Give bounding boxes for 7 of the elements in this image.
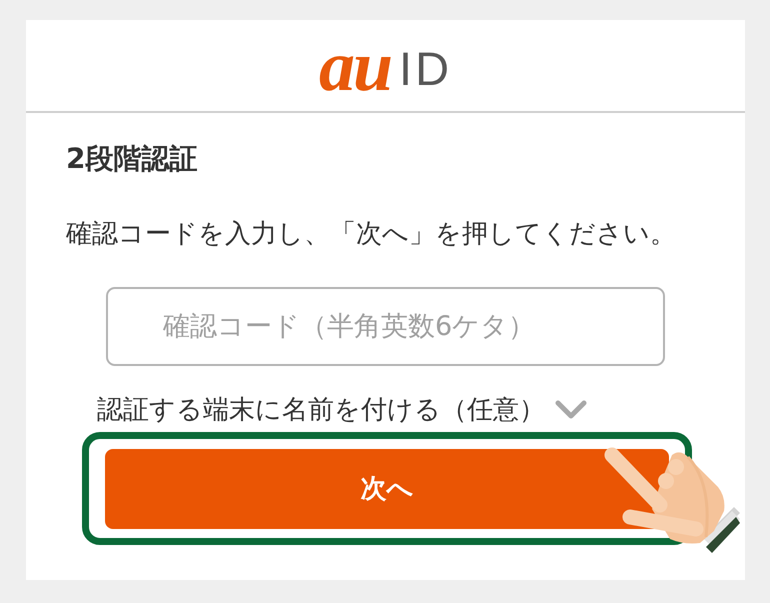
instruction-text: 確認コードを入力し、「次へ」を押してください。 xyxy=(66,218,677,250)
page-title: 2段階認証 xyxy=(66,141,198,176)
code-input-field[interactable]: 確認コード（半角英数6ケタ） xyxy=(106,286,665,366)
logo-product-text: ID xyxy=(399,45,452,92)
next-button[interactable]: 次へ xyxy=(105,449,669,529)
device-name-toggle[interactable]: 認証する端末に名前を付ける（任意） xyxy=(97,394,587,426)
brand-logo: au xyxy=(318,30,392,102)
